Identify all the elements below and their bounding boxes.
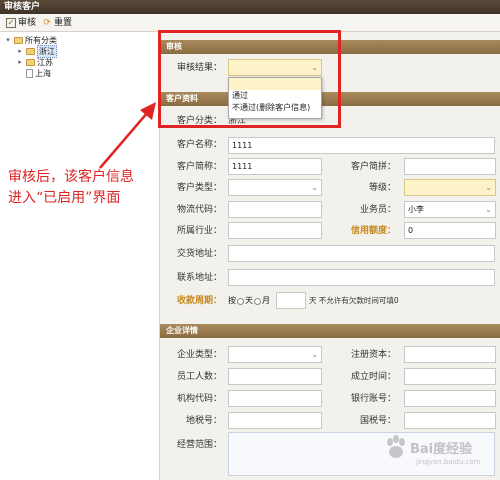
audit-result-dropdown: 通过 不通过(删除客户信息) xyxy=(228,77,322,119)
chevron-down-icon: ⌄ xyxy=(485,183,492,192)
collection-period-group: 按 天 月 xyxy=(228,294,270,308)
logistics-code-field[interactable] xyxy=(228,201,322,218)
folder-open-icon xyxy=(14,37,23,44)
salesman-value: 小李 xyxy=(408,205,424,214)
salesman-label: 业务员： xyxy=(359,205,396,215)
enterprise-type-label: 企业类型： xyxy=(176,350,222,360)
national-tax-field[interactable] xyxy=(404,412,496,429)
audit-result-select[interactable]: ⌄ xyxy=(228,59,322,76)
customer-type-label: 客户类型： xyxy=(176,183,222,193)
audit-button-label: 审核 xyxy=(18,18,37,28)
enterprise-section-header: 企业详情 xyxy=(160,324,500,338)
industry-field[interactable] xyxy=(228,222,322,239)
chevron-down-icon: ⌄ xyxy=(311,63,318,72)
tree-item-label: 江苏 xyxy=(37,58,53,67)
chevron-down-icon: ⌄ xyxy=(485,205,492,214)
customer-type-select[interactable]: ⌄ xyxy=(228,179,322,196)
level-select[interactable]: ⌄ xyxy=(404,179,496,196)
local-tax-field[interactable] xyxy=(228,412,322,429)
audit-section-header: 审核 xyxy=(160,40,500,54)
credit-limit-field[interactable]: 0 xyxy=(404,222,496,239)
logistics-code-label: 物流代码： xyxy=(176,205,222,215)
delivery-address-field[interactable] xyxy=(228,245,495,262)
org-code-field[interactable] xyxy=(228,390,322,407)
salesman-select[interactable]: 小李 ⌄ xyxy=(404,201,496,218)
short-name-label: 客户简称： xyxy=(176,162,222,172)
toolbar: ✓ 审核 ⟳ 重置 xyxy=(0,14,500,32)
pinyin-label: 客户简拼： xyxy=(350,162,396,172)
business-scope-label: 经营范围： xyxy=(176,440,222,450)
registered-capital-label: 注册资本： xyxy=(350,350,396,360)
refresh-icon: ⟳ xyxy=(43,18,51,28)
staff-count-label: 员工人数： xyxy=(176,372,222,382)
annotation-line-2: 进入“已启用”界面 xyxy=(8,190,121,206)
annotation-line-1: 审核后，该客户信息 xyxy=(8,169,134,185)
tree-item-shanghai[interactable]: 上海 xyxy=(26,68,51,79)
chevron-down-icon: ⌄ xyxy=(311,183,318,192)
checkbox-icon: ✓ xyxy=(6,18,16,28)
contact-address-label: 联系地址： xyxy=(176,273,222,283)
dropdown-option-blank[interactable] xyxy=(229,78,321,90)
tutorial-annotation: 审核后，该客户信息 进入“已启用”界面 xyxy=(8,167,168,209)
period-month-radio[interactable] xyxy=(254,297,261,305)
audit-result-label: 审核结果： xyxy=(176,63,222,73)
reset-button-label: 重置 xyxy=(54,18,73,28)
baidu-watermark: Bai度经验 jingyan.baidu.com xyxy=(380,428,490,472)
local-tax-label: 地税号： xyxy=(185,416,222,426)
org-code-label: 机构代码： xyxy=(176,394,222,404)
period-by-text: 按 xyxy=(228,296,236,305)
bank-account-field[interactable] xyxy=(404,390,496,407)
national-tax-label: 国税号： xyxy=(359,416,396,426)
collection-period-label: 收款周期： xyxy=(176,296,222,306)
short-name-field[interactable]: 1111 xyxy=(228,158,322,175)
founded-date-field[interactable] xyxy=(404,368,496,385)
credit-limit-label: 信用额度： xyxy=(350,226,396,236)
contact-address-field[interactable] xyxy=(228,269,495,286)
industry-label: 所属行业： xyxy=(176,226,222,236)
collection-period-field[interactable] xyxy=(276,292,306,309)
founded-date-label: 成立时间： xyxy=(350,372,396,382)
tree-item-jiangsu[interactable]: ▸ 江苏 xyxy=(16,57,53,68)
dropdown-option-pass[interactable]: 通过 xyxy=(229,90,321,102)
document-icon xyxy=(26,69,33,78)
tree-item-label: 上海 xyxy=(35,69,51,78)
dropdown-option-reject[interactable]: 不通过(删除客户信息) xyxy=(229,102,321,114)
audit-button[interactable]: ✓ 审核 xyxy=(6,16,36,30)
enterprise-type-select[interactable]: ⌄ xyxy=(228,346,322,363)
collection-period-hint: 天 不允许有欠款时间可填0 xyxy=(309,296,399,305)
level-label: 等级： xyxy=(368,183,396,193)
name-field[interactable]: 1111 xyxy=(228,137,495,154)
pinyin-field[interactable] xyxy=(404,158,496,175)
delivery-address-label: 交货地址： xyxy=(176,249,222,259)
customer-section-header: 客户资料 xyxy=(160,92,500,106)
staff-count-field[interactable] xyxy=(228,368,322,385)
tree-item-zhejiang[interactable]: ▸ 浙江 xyxy=(16,45,57,58)
period-month-text: 月 xyxy=(262,296,270,305)
bank-account-label: 银行账号： xyxy=(350,394,396,404)
category-label: 客户分类： xyxy=(176,116,222,126)
folder-icon xyxy=(26,59,35,66)
reset-button[interactable]: ⟳ 重置 xyxy=(42,16,72,30)
folder-icon xyxy=(26,48,35,55)
expand-icon[interactable]: ▸ xyxy=(16,46,24,57)
paw-logo-icon xyxy=(387,435,405,458)
period-day-text: 天 xyxy=(245,296,253,305)
category-tree xyxy=(0,32,160,480)
window-title: 审核客户 xyxy=(0,0,500,14)
registered-capital-field[interactable] xyxy=(404,346,496,363)
collapse-icon[interactable]: ▾ xyxy=(4,35,12,46)
period-day-radio[interactable] xyxy=(237,297,244,305)
expand-icon[interactable]: ▸ xyxy=(16,57,24,68)
watermark-text: Bai度经验 xyxy=(410,442,473,457)
name-label: 客户名称： xyxy=(176,140,222,150)
chevron-down-icon: ⌄ xyxy=(311,350,318,359)
watermark-url: jingyan.baidu.com xyxy=(416,458,481,466)
